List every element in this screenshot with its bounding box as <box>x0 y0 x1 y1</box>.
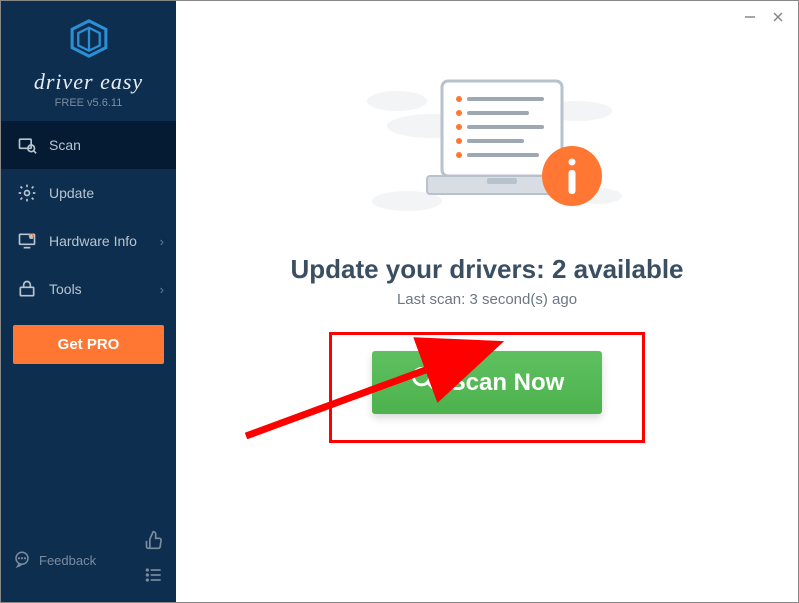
sidebar-item-label: Hardware Info <box>49 233 137 249</box>
main-content: Update your drivers: 2 available Last sc… <box>176 1 798 602</box>
magnifier-icon <box>410 365 438 400</box>
sidebar-item-scan[interactable]: Scan <box>1 121 176 169</box>
close-button[interactable] <box>770 9 786 25</box>
last-scan-text: Last scan: 3 second(s) ago <box>397 291 577 308</box>
brand-logo-icon <box>66 17 112 63</box>
menu-icon[interactable] <box>144 565 164 590</box>
laptop-illustration <box>347 71 627 236</box>
chevron-right-icon: › <box>160 282 164 297</box>
headline: Update your drivers: 2 available <box>290 254 683 285</box>
scan-highlight-box: Scan Now <box>329 332 645 443</box>
get-pro-button[interactable]: Get PRO <box>13 325 164 364</box>
get-pro-label: Get PRO <box>58 336 120 353</box>
sidebar-item-tools[interactable]: Tools › <box>1 265 176 313</box>
sidebar-item-label: Scan <box>49 137 81 153</box>
chevron-right-icon: › <box>160 234 164 249</box>
logo-section: driver easy FREE v5.6.11 <box>1 1 176 121</box>
window-controls <box>742 9 786 25</box>
app-window: driver easy FREE v5.6.11 Scan Update <box>0 0 799 603</box>
sidebar-item-update[interactable]: Update <box>1 169 176 217</box>
sidebar-item-label: Update <box>49 185 94 201</box>
version-label: FREE v5.6.11 <box>1 97 176 109</box>
scan-button-label: Scan Now <box>450 369 565 397</box>
feedback-button[interactable]: Feedback <box>13 550 96 571</box>
brand-name: driver easy <box>1 69 176 95</box>
sidebar-item-label: Tools <box>49 281 82 297</box>
sidebar-item-hardware-info[interactable]: 1 Hardware Info › <box>1 217 176 265</box>
gear-icon <box>17 183 37 203</box>
sidebar: driver easy FREE v5.6.11 Scan Update <box>1 1 176 602</box>
tools-icon <box>17 279 37 299</box>
feedback-label: Feedback <box>39 553 96 568</box>
monitor-icon: 1 <box>17 231 37 251</box>
scan-now-button[interactable]: Scan Now <box>372 351 602 414</box>
scan-icon <box>17 135 37 155</box>
minimize-button[interactable] <box>742 9 758 25</box>
sidebar-footer: Feedback <box>1 518 176 602</box>
chat-icon <box>13 550 31 571</box>
thumbs-up-icon[interactable] <box>144 530 164 555</box>
footer-icons <box>144 530 164 590</box>
